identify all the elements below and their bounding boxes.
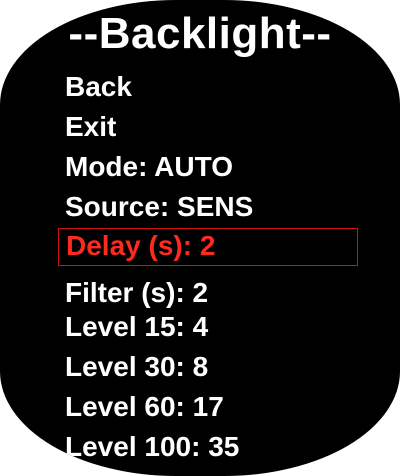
menu-item-delay[interactable]: Delay (s): 2 <box>58 228 358 266</box>
menu-item-exit[interactable]: Exit <box>65 108 116 146</box>
menu-item-source[interactable]: Source: SENS <box>65 188 253 226</box>
watch-screen: --Backlight-- Back Exit Mode: AUTO Sourc… <box>0 0 400 476</box>
menu-item-level-15[interactable]: Level 15: 4 <box>65 308 208 346</box>
page-title: --Backlight-- <box>68 9 332 58</box>
menu-item-filter[interactable]: Filter (s): 2 <box>65 274 208 312</box>
menu-item-level-30[interactable]: Level 30: 8 <box>65 348 208 386</box>
menu-item-level-60[interactable]: Level 60: 17 <box>65 388 224 426</box>
menu-item-mode[interactable]: Mode: AUTO <box>65 148 233 186</box>
menu-item-back[interactable]: Back <box>65 68 132 106</box>
menu-item-level-100[interactable]: Level 100: 35 <box>65 428 239 466</box>
